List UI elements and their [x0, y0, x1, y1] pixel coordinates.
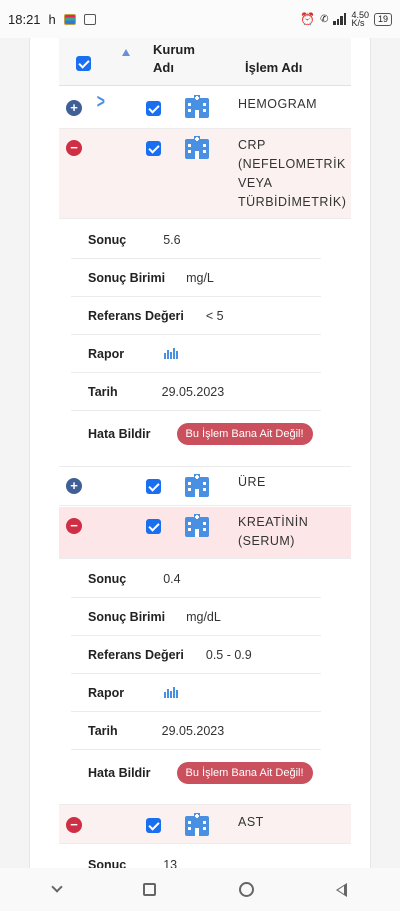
home-icon[interactable] [238, 882, 254, 897]
detail-label: Hata Bildir [88, 427, 151, 441]
status-indicator: h [48, 11, 56, 27]
table-row[interactable]: + > HEMOGRAM [59, 87, 351, 129]
row-name: KREATİNİN (SERUM) [238, 515, 309, 548]
expand-row-icon[interactable]: + [66, 478, 82, 494]
hospital-icon [185, 813, 209, 836]
volte-icon: ✆ [320, 13, 329, 25]
detail-label: Sonuç [88, 857, 127, 869]
row-checkbox[interactable] [146, 141, 161, 156]
collapse-row-icon[interactable]: − [66, 518, 82, 534]
bar-chart-icon[interactable] [164, 348, 179, 359]
expand-row-icon[interactable]: + [66, 100, 82, 116]
calendar-notification-icon [83, 13, 96, 25]
chevron-down-icon[interactable] [51, 881, 63, 893]
detail-label: Tarih [88, 723, 118, 738]
table-row[interactable]: − CRP (NEFELOMETRİK VEYA TÜRBİDİMETRİK) [59, 129, 351, 219]
report-error-button[interactable]: Bu İşlem Bana Ait Değil! [176, 423, 313, 445]
collapse-row-icon[interactable]: − [66, 140, 82, 156]
detail-referans: Referans Değeri 0.5 - 0.9 [71, 636, 321, 674]
column-header-kurum-line2: Adı [153, 60, 174, 75]
detail-label: Sonuç Birimi [88, 270, 166, 285]
detail-label: Sonuç [88, 232, 127, 247]
detail-sonuc: Sonuç 5.6 [71, 221, 321, 259]
select-all-checkbox[interactable] [76, 56, 91, 71]
detail-value: 5.6 [163, 232, 181, 247]
detail-rapor: Rapor [71, 335, 321, 373]
detail-label: Rapor [88, 346, 125, 361]
hospital-icon [185, 95, 209, 118]
table-row[interactable]: + ÜRE [59, 466, 351, 506]
hospital-icon [185, 474, 209, 497]
detail-value: mg/L [186, 270, 214, 285]
battery-indicator: 19 [373, 12, 392, 26]
table-row[interactable]: − AST [59, 804, 351, 844]
detail-label: Rapor [88, 685, 125, 700]
column-header-islem[interactable]: İşlem Adı [245, 60, 302, 75]
hospital-icon [185, 514, 209, 537]
detail-tarih: Tarih 29.05.2023 [71, 712, 321, 750]
row-name: AST [238, 815, 264, 829]
column-header-kurum[interactable]: Kurum Adı [153, 41, 195, 77]
row-name: CRP (NEFELOMETRİK VEYA TÜRBİDİMETRİK) [238, 138, 347, 209]
row-name: ÜRE [238, 475, 266, 489]
signal-icon [333, 13, 347, 25]
detail-value: < 5 [205, 308, 224, 323]
column-header-kurum-line1: Kurum [153, 42, 195, 57]
row-checkbox[interactable] [146, 818, 161, 833]
hospital-icon [185, 136, 209, 159]
row-checkbox[interactable] [146, 479, 161, 494]
detail-value: 29.05.2023 [161, 384, 225, 399]
sort-asc-icon[interactable] [122, 49, 130, 56]
detail-value: 13 [163, 857, 178, 869]
row-name: HEMOGRAM [238, 97, 317, 111]
detail-sonuc-birimi: Sonuç Birimi mg/L [71, 259, 321, 297]
detail-value: 29.05.2023 [161, 723, 225, 738]
detail-hata: Hata Bildir Bu İşlem Bana Ait Değil! [71, 411, 321, 457]
detail-value: mg/dL [186, 609, 221, 624]
bar-chart-icon[interactable] [164, 687, 179, 698]
row-checkbox[interactable] [146, 101, 161, 116]
table-row[interactable]: − KREATİNİN (SERUM) [59, 507, 351, 559]
alarm-icon: ⏰ [300, 12, 316, 26]
row-checkbox[interactable] [146, 519, 161, 534]
detail-hata: Hata Bildir Bu İşlem Bana Ait Değil! [71, 750, 321, 796]
detail-value: 0.5 - 0.9 [205, 647, 252, 662]
detail-referans: Referans Değeri < 5 [71, 297, 321, 335]
detail-label: Sonuç [88, 571, 127, 586]
detail-sonuc: Sonuç 13 [71, 846, 321, 869]
detail-rapor: Rapor [71, 674, 321, 712]
detail-label: Referans Değeri [88, 647, 184, 662]
detail-label: Referans Değeri [88, 308, 184, 323]
table-header: Kurum Adı İşlem Adı [59, 38, 351, 86]
recent-apps-icon[interactable] [143, 883, 157, 896]
status-bar: 18:21 h ⏰ ✆ 4.50 K/s 19 [0, 0, 400, 38]
detail-tarih: Tarih 29.05.2023 [71, 373, 321, 411]
network-speed: 4.50 K/s [351, 10, 369, 28]
back-icon[interactable] [335, 882, 347, 897]
status-time: 18:21 [8, 11, 41, 27]
results-card: Kurum Adı İşlem Adı + > HEMOGRAM − CRP (… [29, 38, 371, 868]
detail-label: Hata Bildir [88, 766, 151, 780]
collapse-row-icon[interactable]: − [66, 817, 82, 833]
system-nav-bar [0, 868, 400, 911]
app-notification-icon [63, 13, 76, 25]
detail-label: Tarih [88, 384, 118, 399]
chevron-right-icon[interactable]: > [97, 91, 105, 114]
detail-sonuc-birimi: Sonuç Birimi mg/dL [71, 598, 321, 636]
report-error-button[interactable]: Bu İşlem Bana Ait Değil! [176, 762, 313, 784]
detail-label: Sonuç Birimi [88, 609, 166, 624]
detail-value: 0.4 [163, 571, 181, 586]
detail-sonuc: Sonuç 0.4 [71, 560, 321, 598]
